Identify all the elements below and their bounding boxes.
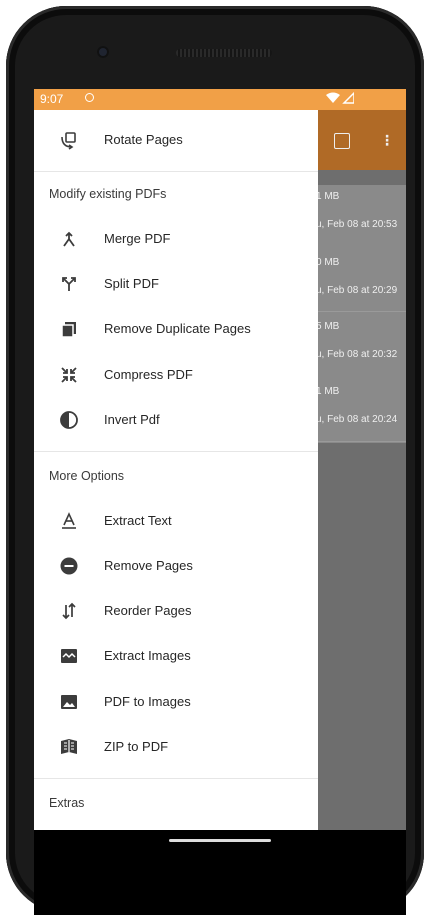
text-icon bbox=[58, 510, 80, 532]
navigation-drawer: Rotate Pages Modify existing PDFs Merge … bbox=[34, 110, 318, 830]
menu-item-label: Split PDF bbox=[104, 276, 159, 291]
file-date: u, Feb 08 at 20:24 bbox=[316, 414, 398, 425]
menu-item-extract-images[interactable]: Extract Images bbox=[34, 633, 318, 679]
menu-item-remove-pages[interactable]: Remove Pages bbox=[34, 543, 318, 589]
wifi-icon bbox=[326, 92, 340, 103]
file-size: 0 MB bbox=[316, 257, 340, 268]
menu-item-label: Remove Duplicate Pages bbox=[104, 321, 251, 336]
menu-item-label: Compress PDF bbox=[104, 367, 193, 382]
menu-item-zip-to-pdf[interactable]: ZIP to PDF bbox=[34, 724, 318, 770]
section-title-more-options: More Options bbox=[49, 469, 125, 483]
camera-icon bbox=[97, 46, 109, 58]
compress-icon bbox=[58, 364, 80, 386]
menu-item-label: Reorder Pages bbox=[104, 603, 192, 618]
file-date: u, Feb 08 at 20:53 bbox=[316, 219, 398, 230]
navigation-bar bbox=[34, 830, 406, 915]
file-size: 1 MB bbox=[316, 191, 340, 202]
merge-icon bbox=[58, 228, 80, 250]
screen: 9:07 ⋮ 1 MB u, Feb 08 at 20:53 0 MB u, F… bbox=[34, 89, 406, 830]
home-gesture-handle[interactable] bbox=[169, 839, 271, 842]
signal-icon bbox=[342, 92, 354, 104]
status-time: 9:07 bbox=[40, 92, 64, 106]
menu-item-pdf-to-images[interactable]: PDF to Images bbox=[34, 679, 318, 725]
menu-item-label: Rotate Pages bbox=[104, 132, 183, 147]
file-date: u, Feb 08 at 20:32 bbox=[316, 349, 398, 360]
menu-item-extract-text[interactable]: Extract Text bbox=[34, 498, 318, 544]
sync-icon bbox=[85, 93, 94, 102]
remove-icon bbox=[58, 555, 80, 577]
status-bar: 9:07 bbox=[34, 89, 406, 110]
menu-item-invert-pdf[interactable]: Invert Pdf bbox=[34, 397, 318, 443]
menu-item-label: Extract Text bbox=[104, 513, 172, 528]
menu-item-label: Remove Pages bbox=[104, 558, 193, 573]
menu-item-remove-duplicate-pages[interactable]: Remove Duplicate Pages bbox=[34, 306, 318, 352]
file-size: 5 MB bbox=[316, 321, 340, 332]
menu-item-merge-pdf[interactable]: Merge PDF bbox=[34, 216, 318, 262]
menu-item-reorder-pages[interactable]: Reorder Pages bbox=[34, 588, 318, 634]
image-icon bbox=[58, 691, 80, 713]
duplicate-icon bbox=[58, 318, 80, 340]
image-extract-icon bbox=[58, 645, 80, 667]
rotate-icon bbox=[58, 129, 80, 151]
menu-item-label: Invert Pdf bbox=[104, 412, 160, 427]
zip-icon bbox=[58, 736, 80, 758]
invert-icon bbox=[58, 409, 80, 431]
speaker-grille bbox=[176, 49, 272, 57]
menu-item-label: ZIP to PDF bbox=[104, 739, 169, 754]
section-title-extras: Extras bbox=[49, 796, 85, 810]
select-all-icon[interactable] bbox=[334, 133, 350, 149]
menu-item-label: Extract Images bbox=[104, 648, 191, 663]
menu-item-compress-pdf[interactable]: Compress PDF bbox=[34, 352, 318, 398]
menu-item-split-pdf[interactable]: Split PDF bbox=[34, 261, 318, 307]
reorder-icon bbox=[58, 600, 80, 622]
file-size: 1 MB bbox=[316, 386, 340, 397]
menu-item-label: PDF to Images bbox=[104, 694, 191, 709]
file-date: u, Feb 08 at 20:29 bbox=[316, 285, 398, 296]
more-vert-icon[interactable]: ⋮ bbox=[380, 133, 394, 149]
split-icon bbox=[58, 273, 80, 295]
menu-item-rotate-pages[interactable]: Rotate Pages bbox=[34, 117, 318, 163]
menu-item-label: Merge PDF bbox=[104, 231, 171, 246]
section-title-modify: Modify existing PDFs bbox=[49, 187, 167, 201]
